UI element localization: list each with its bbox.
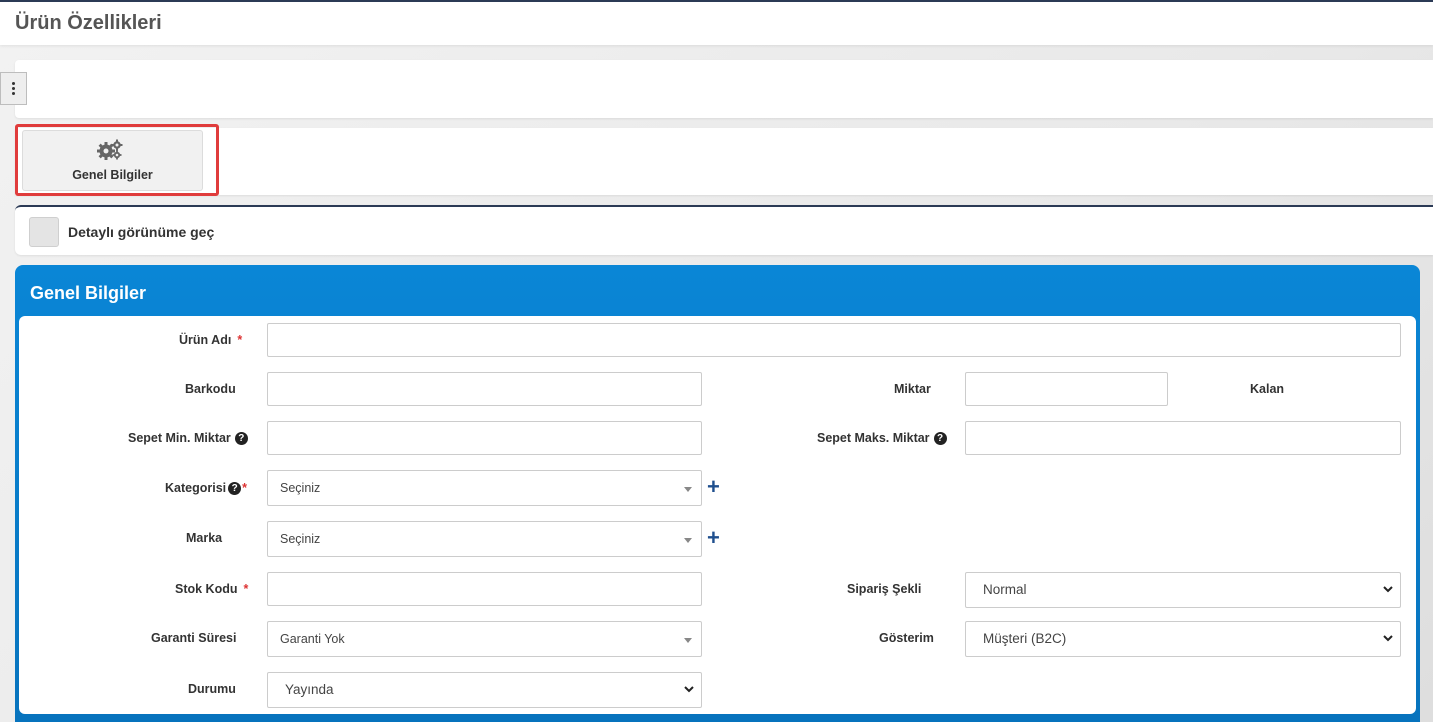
caret-down-icon	[684, 487, 692, 492]
sepet-maks-input[interactable]	[965, 421, 1401, 455]
genel-bilgiler-section: Genel Bilgiler Ürün Adı * Barkodu Miktar …	[15, 265, 1420, 722]
sepet-min-input[interactable]	[267, 421, 702, 455]
gears-icon	[97, 139, 123, 160]
durumu-label: Durumu	[188, 682, 236, 696]
help-icon[interactable]: ?	[933, 432, 947, 445]
required-mark: *	[237, 333, 243, 347]
more-options-icon[interactable]	[0, 72, 27, 105]
form-area: Ürün Adı * Barkodu Miktar Kalan Sepet Min…	[19, 316, 1416, 714]
add-kategori-button[interactable]: +	[707, 476, 720, 498]
garanti-suresi-select[interactable]: Garanti Yok	[267, 621, 702, 657]
barkodu-input[interactable]	[267, 372, 702, 406]
gosterim-select[interactable]: Müşteri (B2C)	[965, 621, 1401, 657]
stok-kodu-input[interactable]	[267, 572, 702, 606]
chevron-down-icon	[1383, 635, 1393, 642]
tabs-panel	[15, 128, 1433, 195]
siparis-sekli-select[interactable]: Normal	[965, 572, 1401, 608]
stok-kodu-label: Stok Kodu *	[175, 582, 249, 596]
miktar-input[interactable]	[965, 372, 1168, 406]
urun-adi-input[interactable]	[267, 323, 1401, 357]
urun-adi-label: Ürün Adı *	[179, 333, 243, 347]
barkodu-label: Barkodu	[185, 382, 236, 396]
marka-label: Marka	[186, 531, 223, 545]
chevron-down-icon	[684, 686, 694, 693]
add-marka-button[interactable]: +	[707, 527, 720, 549]
gosterim-label: Gösterim	[879, 631, 934, 645]
section-title: Genel Bilgiler	[30, 283, 147, 303]
kalan-label: Kalan	[1250, 382, 1285, 396]
marka-select[interactable]: Seçiniz	[267, 521, 702, 557]
siparis-sekli-label: Sipariş Şekli	[847, 582, 922, 596]
caret-down-icon	[684, 538, 692, 543]
title-bar: Ürün Özellikleri	[0, 0, 1433, 45]
detail-view-label: Detaylı görünüme geç	[68, 224, 215, 240]
durumu-select[interactable]: Yayında	[267, 672, 702, 708]
toolbar-panel	[15, 60, 1433, 118]
sepet-min-label: Sepet Min. Miktar?	[128, 431, 248, 445]
help-icon[interactable]: ?	[234, 432, 248, 445]
garanti-suresi-label: Garanti Süresi	[151, 631, 237, 645]
page-title: Ürün Özellikleri	[15, 12, 162, 34]
detail-view-checkbox[interactable]	[29, 217, 59, 247]
tab-genel-bilgiler[interactable]: Genel Bilgiler	[22, 130, 203, 191]
tab-label: Genel Bilgiler	[72, 168, 153, 182]
kategori-select[interactable]: Seçiniz	[267, 470, 702, 506]
caret-down-icon	[684, 638, 692, 643]
help-icon[interactable]: ?	[228, 482, 242, 495]
kategori-label: Kategorisi? *	[165, 481, 248, 495]
detail-panel	[15, 205, 1433, 255]
miktar-label: Miktar	[894, 382, 931, 396]
sepet-maks-label: Sepet Maks. Miktar?	[817, 431, 947, 445]
chevron-down-icon	[1383, 586, 1393, 593]
